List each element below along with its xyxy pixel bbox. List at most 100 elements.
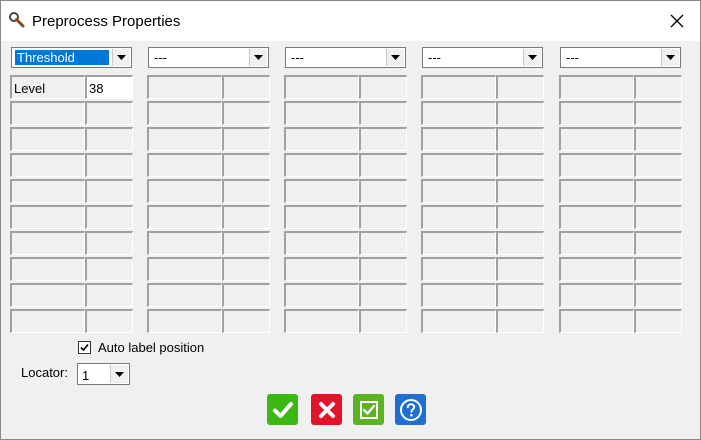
param-name-cell [284,75,359,99]
param-value-field[interactable] [496,231,544,255]
param-value-field[interactable] [496,309,544,333]
param-name-cell [421,153,496,177]
param-name-cell [147,309,222,333]
param-name-cell [559,257,634,281]
param-value-field[interactable] [496,101,544,125]
apply-button[interactable] [353,394,384,425]
param-value-field[interactable] [222,309,270,333]
param-name-cell [147,127,222,151]
param-name-cell [559,75,634,99]
param-value-field[interactable] [222,231,270,255]
param-value-field[interactable] [85,205,133,229]
checkbox-box[interactable] [78,340,91,354]
filter-select-value: --- [566,50,579,65]
param-value-field[interactable] [634,257,682,281]
param-value-field[interactable] [222,101,270,125]
filter-select-5[interactable]: --- [560,47,681,68]
param-name-cell [559,179,634,203]
param-name-cell [10,257,85,281]
param-value-field[interactable] [359,257,407,281]
param-value-field[interactable] [634,231,682,255]
param-value-field[interactable] [85,309,133,333]
param-value-field[interactable] [222,153,270,177]
param-value-field[interactable] [634,179,682,203]
filter-select-3[interactable]: --- [285,47,406,68]
param-name-cell [147,153,222,177]
param-value-field[interactable] [222,179,270,203]
param-name-cell [559,309,634,333]
param-value-field[interactable] [222,127,270,151]
cross-icon [318,401,335,418]
param-value-field[interactable] [359,309,407,333]
param-value-field[interactable] [85,153,133,177]
param-name-cell [421,205,496,229]
param-value-field[interactable] [634,283,682,307]
param-value-field[interactable] [359,75,407,99]
filter-select-2[interactable]: --- [148,47,269,68]
param-value-field[interactable] [359,179,407,203]
filter-select-4[interactable]: --- [422,47,543,68]
dropdown-arrow-icon[interactable] [249,49,267,66]
param-value-field[interactable] [496,127,544,151]
param-value-field[interactable]: 38 [85,75,133,99]
locator-select[interactable]: 1 [77,363,130,385]
param-name-cell [559,127,634,151]
dropdown-arrow-icon[interactable] [110,365,128,383]
param-value-field[interactable] [496,283,544,307]
param-value-field[interactable] [496,75,544,99]
locator-label: Locator: [21,365,68,380]
close-button[interactable] [654,1,700,41]
param-name-cell [284,179,359,203]
param-value-field[interactable] [359,205,407,229]
ok-button[interactable] [267,394,298,425]
cancel-button[interactable] [311,394,342,425]
param-value-field[interactable] [85,101,133,125]
param-value-field[interactable] [359,153,407,177]
param-value-field[interactable] [222,75,270,99]
param-name-cell [421,179,496,203]
dialog-body: Threshold Level 38 --- --- --- --- Auto … [1,41,700,439]
param-value-field[interactable] [359,283,407,307]
param-value-field[interactable] [222,205,270,229]
param-value-field[interactable] [85,179,133,203]
dropdown-arrow-icon[interactable] [661,49,679,66]
param-value-field[interactable] [359,101,407,125]
param-value-field[interactable] [634,309,682,333]
param-name-cell [147,257,222,281]
param-value-field[interactable] [85,231,133,255]
title-bar[interactable]: Preprocess Properties [1,1,700,41]
param-value-field[interactable] [85,127,133,151]
dropdown-arrow-icon[interactable] [112,49,130,66]
auto-label-position-checkbox[interactable]: Auto label position [78,339,204,355]
dropdown-arrow-icon[interactable] [386,49,404,66]
filter-select-1[interactable]: Threshold [11,47,132,68]
param-name-cell [421,309,496,333]
param-name-cell [559,153,634,177]
param-name-cell [147,179,222,203]
filter-select-value: --- [428,50,441,65]
param-name-cell [10,127,85,151]
param-name-cell [10,205,85,229]
param-value-field[interactable] [222,283,270,307]
checkbox-check-icon [359,400,378,419]
param-name-cell [284,127,359,151]
param-value-field[interactable] [85,257,133,281]
param-value-field[interactable] [222,257,270,281]
dropdown-arrow-icon[interactable] [523,49,541,66]
param-value-field[interactable] [634,75,682,99]
param-value-field[interactable] [634,101,682,125]
param-value-field[interactable] [634,205,682,229]
param-value-field[interactable] [85,283,133,307]
param-value-field[interactable] [496,205,544,229]
param-value-field[interactable] [359,127,407,151]
param-name-cell [147,231,222,255]
param-name-cell [421,127,496,151]
param-value-field[interactable] [359,231,407,255]
param-value-field[interactable] [634,127,682,151]
param-value-field[interactable] [496,257,544,281]
param-value-field[interactable] [496,153,544,177]
param-value-field[interactable] [496,179,544,203]
locator-value: 1 [82,368,90,383]
help-button[interactable] [395,394,426,425]
param-value-field[interactable] [634,153,682,177]
